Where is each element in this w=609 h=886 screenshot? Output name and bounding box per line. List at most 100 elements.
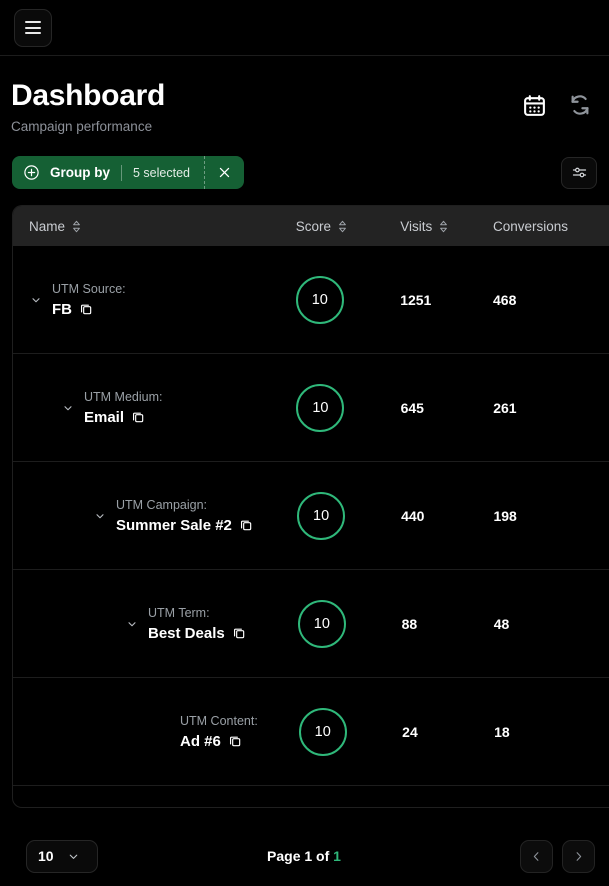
row-value: Summer Sale #2 xyxy=(116,517,232,534)
row-name-cell: UTM Campaign: Summer Sale #2 xyxy=(29,498,297,533)
column-header-name[interactable]: Name xyxy=(29,219,296,234)
chevron-down-icon xyxy=(30,294,42,306)
row-score-cell: 10 xyxy=(297,492,401,540)
rows-per-page-value: 10 xyxy=(38,848,54,864)
copy-button[interactable] xyxy=(228,734,242,748)
hamburger-menu-button[interactable] xyxy=(14,9,52,47)
group-by-chip: Group by 5 selected xyxy=(12,156,244,189)
row-conversions-cell: 468 xyxy=(493,292,609,308)
table-row[interactable]: UTM Medium:Email10645261 xyxy=(13,354,609,462)
row-value: Best Deals xyxy=(148,625,225,642)
copy-button[interactable] xyxy=(239,518,253,532)
column-label: Score xyxy=(296,219,331,234)
copy-icon xyxy=(79,302,93,316)
refresh-icon xyxy=(567,92,593,118)
score-badge: 10 xyxy=(296,384,344,432)
header-actions xyxy=(519,78,595,120)
score-badge: 10 xyxy=(296,276,344,324)
row-visits-cell: 1251 xyxy=(400,292,493,308)
score-badge: 10 xyxy=(299,708,347,756)
chip-divider xyxy=(121,165,122,181)
row-conversions-cell: 198 xyxy=(493,508,609,524)
score-badge: 10 xyxy=(297,492,345,540)
table-row[interactable]: UTM Campaign: Summer Sale #2 10 440198 xyxy=(13,462,609,570)
score-badge: 10 xyxy=(298,600,346,648)
group-by-button[interactable]: Group by 5 selected xyxy=(12,156,204,189)
row-value: Ad #6 xyxy=(180,733,221,750)
page-total: 1 xyxy=(333,848,341,864)
chevron-left-icon xyxy=(530,850,543,863)
column-label: Conversions xyxy=(493,219,568,234)
row-name-cell: UTM Content: Ad #6 xyxy=(29,714,299,749)
hamburger-icon-line xyxy=(25,21,41,23)
copy-button[interactable] xyxy=(232,626,246,640)
row-value: Email xyxy=(84,409,124,426)
chevron-down-icon xyxy=(126,618,138,630)
row-value-row: FB xyxy=(52,301,126,318)
table-row[interactable]: UTM Term:Best Deals 10 8848 xyxy=(13,570,609,678)
row-score-cell: 10 xyxy=(296,276,400,324)
hamburger-icon-line xyxy=(25,32,41,34)
row-name-texts: UTM Content: Ad #6 xyxy=(180,714,258,749)
chevron-down-icon xyxy=(94,510,106,522)
pagination-controls xyxy=(520,840,595,873)
page-header: Dashboard Campaign performance xyxy=(0,56,609,134)
row-value-row: Summer Sale #2 xyxy=(116,517,253,534)
row-name-texts: UTM Term:Best Deals xyxy=(148,606,246,641)
row-value-row: Ad #6 xyxy=(180,733,258,750)
next-page-button[interactable] xyxy=(562,840,595,873)
row-value-row: Best Deals xyxy=(148,625,246,642)
data-table: Name Score Visits Conversions UTM Source… xyxy=(12,205,609,808)
row-expand-toggle[interactable] xyxy=(29,294,43,306)
row-name-cell: UTM Source: FB xyxy=(29,282,296,317)
row-key-label: UTM Content: xyxy=(180,714,258,728)
refresh-button[interactable] xyxy=(565,90,595,120)
row-value: FB xyxy=(52,301,72,318)
row-visits-cell: 88 xyxy=(402,616,494,632)
row-visits-cell: 440 xyxy=(401,508,493,524)
chevron-down-icon xyxy=(62,402,74,414)
column-header-conversions[interactable]: Conversions xyxy=(493,219,609,234)
hamburger-icon-line xyxy=(25,27,41,29)
top-bar xyxy=(0,0,609,56)
table-row[interactable]: UTM Content: Ad #6 10 2418 xyxy=(13,678,609,786)
copy-button[interactable] xyxy=(79,302,93,316)
table-header-row: Name Score Visits Conversions xyxy=(13,206,609,246)
sort-icon xyxy=(338,220,347,233)
group-by-clear-button[interactable] xyxy=(204,156,244,189)
column-header-score[interactable]: Score xyxy=(296,219,400,234)
row-expand-toggle[interactable] xyxy=(61,402,75,414)
close-icon xyxy=(217,165,232,180)
title-block: Dashboard Campaign performance xyxy=(11,78,165,134)
group-by-label: Group by xyxy=(50,165,110,180)
table-settings-button[interactable] xyxy=(561,157,597,189)
row-expand-toggle[interactable] xyxy=(93,510,107,522)
row-conversions-cell: 48 xyxy=(494,616,609,632)
row-key-label: UTM Source: xyxy=(52,282,126,296)
page-info: Page 1 of 1 xyxy=(88,848,520,864)
copy-icon xyxy=(131,410,145,424)
row-name-texts: UTM Medium: Email xyxy=(84,390,162,425)
calendar-button[interactable] xyxy=(519,90,549,120)
sort-icon xyxy=(439,220,448,233)
row-name-cell: UTM Term:Best Deals xyxy=(29,606,298,641)
row-expand-toggle[interactable] xyxy=(125,618,139,630)
row-key-label: UTM Medium: xyxy=(84,390,162,404)
copy-button[interactable] xyxy=(131,410,145,424)
sort-icon xyxy=(72,220,81,233)
row-conversions-cell: 18 xyxy=(494,724,609,740)
row-score-cell: 10 xyxy=(298,600,402,648)
table-row[interactable]: UTM Source: FB 10 1251468 xyxy=(13,246,609,354)
chevron-right-icon xyxy=(572,850,585,863)
page-title: Dashboard xyxy=(11,80,165,112)
column-header-visits[interactable]: Visits xyxy=(400,219,493,234)
previous-page-button[interactable] xyxy=(520,840,553,873)
row-key-label: UTM Campaign: xyxy=(116,498,253,512)
row-visits-cell: 24 xyxy=(402,724,494,740)
row-score-cell: 10 xyxy=(299,708,402,756)
column-label: Name xyxy=(29,219,65,234)
calendar-icon xyxy=(522,93,547,118)
row-name-texts: UTM Campaign: Summer Sale #2 xyxy=(116,498,253,533)
row-value-row: Email xyxy=(84,409,162,426)
page-info-text: Page 1 of xyxy=(267,848,333,864)
